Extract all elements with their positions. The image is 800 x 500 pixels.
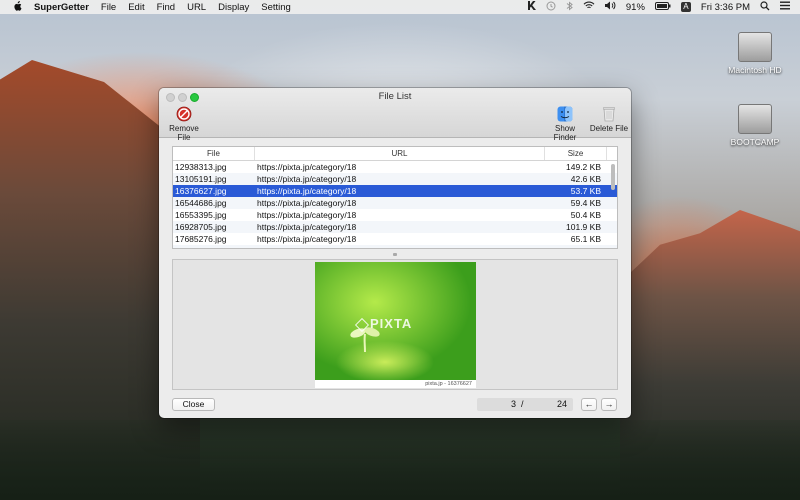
cell-url: https://pixta.jp/category/18 [257,186,357,196]
cell-url: https://pixta.jp/category/18 [255,245,545,248]
forest [0,420,800,500]
cell-size: 50.4 KB [570,210,601,220]
menu-display[interactable]: Display [218,2,249,13]
cell-file: 17685276.jpg [175,234,227,244]
desktop-drive-bootcamp[interactable]: BOOTCAMP [720,104,790,147]
page-indicator: 3 / 24 [477,398,573,411]
remove-file-label: Remove File [169,124,199,142]
file-table[interactable]: File URL Size 12938313.jpg https://pixta.… [172,146,618,249]
bluetooth-icon[interactable] [566,0,573,14]
cell-url: https://pixta.jp/category/18 [257,198,357,208]
table-row[interactable]: 16376627.jpg https://pixta.jp/category/18… [173,185,617,197]
preview-image: PIXTA pixta.jp - 16376627 [315,262,476,388]
cell-size: 53.7 KB [570,186,601,196]
wifi-icon[interactable] [583,1,595,13]
cell-url: https://pixta.jp/category/18 [257,222,357,232]
volume-icon[interactable] [604,1,616,13]
divider-handle[interactable] [393,253,397,256]
cell-size: 149.2 KB [566,162,601,172]
cell-url: https://pixta.jp/category/18 [257,162,357,172]
delete-file-label: Delete File [589,124,629,133]
desktop-drive-macintosh-hd[interactable]: Macintosh HD [720,32,790,75]
previous-button[interactable]: ← [581,398,597,411]
cell-url: https://pixta.jp/category/18 [257,174,357,184]
menu-url[interactable]: URL [187,2,206,13]
file-list-window: File List Remove File Show Finder Delete… [159,88,631,418]
battery-icon[interactable] [654,1,671,13]
hard-drive-icon [738,104,772,134]
finder-icon [557,106,573,122]
table-row[interactable]: 17685276.jpg https://pixta.jp/category/18… [173,233,617,245]
menu-setting[interactable]: Setting [261,2,291,13]
table-row[interactable]: 12938313.jpg https://pixta.jp/category/18… [173,161,617,173]
time-machine-icon[interactable] [546,1,556,14]
menu-file[interactable]: File [101,2,116,13]
window-titlebar[interactable]: File List Remove File Show Finder Delete… [159,88,631,142]
image-preview-pane: PIXTA pixta.jp - 16376627 [172,259,618,390]
pixta-logo-icon [354,317,370,332]
notification-center-icon[interactable] [780,1,790,13]
menu-edit[interactable]: Edit [128,2,144,13]
cell-file: 12938313.jpg [175,162,227,172]
table-row[interactable]: 13105191.jpg https://pixta.jp/category/18… [173,173,617,185]
close-button[interactable]: Close [172,398,215,411]
show-finder-label: Show Finder [553,124,577,142]
current-page: 3 [511,399,517,409]
column-header-file[interactable]: File [173,147,255,160]
cell-url: https://pixta.jp/category/18 [257,234,357,244]
battery-percent: 91% [625,1,645,13]
next-button[interactable]: → [601,398,617,411]
cell-size: 49.9 KB [545,245,607,248]
table-row[interactable]: 16544686.jpg https://pixta.jp/category/18… [173,197,617,209]
pixta-watermark: PIXTA [354,316,413,332]
watermark-text: PIXTA [370,316,413,331]
table-scrollbar[interactable] [611,164,615,190]
cell-file: 16376627.jpg [175,186,227,196]
total-pages: 24 [557,399,568,409]
table-header: File URL Size [173,147,617,161]
menu-bar: SuperGetter File Edit Find URL Display S… [0,0,800,14]
menu-find[interactable]: Find [157,2,175,13]
table-body: 12938313.jpg https://pixta.jp/category/18… [173,161,617,248]
cell-size: 42.6 KB [570,174,601,184]
delete-file-button[interactable]: Delete File [589,106,629,133]
column-header-url[interactable]: URL [255,147,545,160]
table-row[interactable]: 16928705.jpg https://pixta.jp/category/18… [173,221,617,233]
table-row[interactable]: 16553395.jpg https://pixta.jp/category/18… [173,209,617,221]
apple-menu-icon[interactable] [12,0,22,14]
column-header-size[interactable]: Size [545,147,607,160]
input-source-icon[interactable]: A [680,2,691,12]
cell-file: 16544686.jpg [175,198,227,208]
no-entry-icon [176,106,192,122]
page-separator: / [521,399,524,409]
image-credit: pixta.jp - 16376627 [315,380,476,388]
cell-file: 16553395.jpg [175,210,227,220]
cell-url: https://pixta.jp/category/18 [257,210,357,220]
cell-size: 59.4 KB [570,198,601,208]
trash-icon [603,107,615,122]
drive-label: Macintosh HD [728,65,782,75]
cell-file: 17676814.jpg [173,245,255,248]
cell-size: 65.1 KB [570,234,601,244]
spotlight-icon[interactable] [760,0,770,14]
hard-drive-icon [738,32,772,62]
menu-clock[interactable]: Fri 3:36 PM [701,2,750,13]
menu-app-name[interactable]: SuperGetter [34,2,89,13]
cell-size: 101.9 KB [566,222,601,232]
klokki-icon[interactable] [527,1,536,13]
cell-file: 16928705.jpg [175,222,227,232]
window-title: File List [378,91,412,102]
status-area: 91% A Fri 3:36 PM [517,0,800,14]
drive-label: BOOTCAMP [730,137,780,147]
show-finder-button[interactable]: Show Finder [543,106,587,142]
table-row[interactable]: 17676814.jpghttps://pixta.jp/category/18… [173,245,617,248]
remove-file-button[interactable]: Remove File [163,106,205,142]
cell-file: 13105191.jpg [175,174,227,184]
split-view-divider[interactable] [159,251,631,259]
